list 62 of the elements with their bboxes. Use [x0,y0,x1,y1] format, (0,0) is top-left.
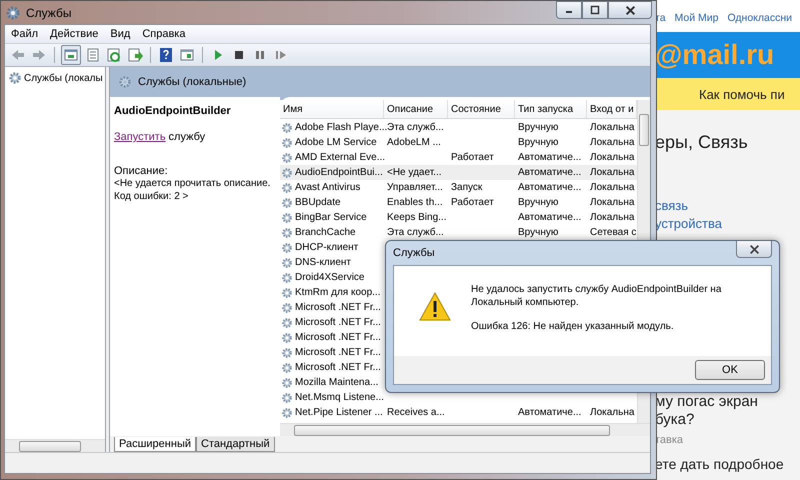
table-cell: Mozilla Maintena... [295,377,378,388]
table-cell: Microsoft .NET Fr... [295,362,381,373]
table-cell: Запуск [451,182,482,193]
table-cell: Локальна [590,197,634,208]
table-cell: KtmRm для коор... [295,287,380,298]
table-cell: Вручную [518,137,558,148]
table-cell: AdobeLM ... [387,137,441,148]
table-cell: Net.Msmq Listene... [295,392,384,403]
description-text: Код ошибки: 2 > [114,190,188,203]
table-cell: Microsoft .NET Fr... [295,302,381,313]
banner-text: Как помочь пи [699,86,785,102]
table-cell: Автоматиче... [518,167,582,178]
table-cell: Net.Pipe Listener ... [295,407,383,418]
table-cell: Avast Antivirus [295,182,360,193]
table-cell: DHCP-клиент [295,242,358,253]
table-cell: AudioEndpointBui... [295,167,383,178]
table-cell: BranchCache [295,227,356,238]
table-cell: Автоматиче... [518,407,582,418]
table-cell: Автоматиче... [518,212,582,223]
table-cell: BBUpdate [295,197,341,208]
table-cell: Microsoft .NET Fr... [295,317,381,328]
table-cell: Локальна [590,167,634,178]
error-message: Не удалось запустить службу AudioEndpointBuilder на Локальный компьютер. [471,283,722,309]
table-cell: Microsoft .NET Fr... [295,347,381,358]
table-cell: Локальна [590,152,634,163]
table-cell: Adobe LM Service [295,137,377,148]
table-cell: Локальна [590,182,634,193]
table-cell: Эта служб... [387,122,444,133]
table-cell: Автоматиче... [518,182,582,193]
window-title: Службы [26,6,72,20]
table-cell: Управляет... [387,182,443,193]
table-cell: Локальна [590,137,634,148]
action-text: службу [168,131,206,143]
table-cell: Сетевая с [590,227,636,238]
table-cell: Работает [451,197,494,208]
table-cell: Эта служб... [387,227,444,238]
table-cell: Автоматиче... [518,152,582,163]
table-cell: Вручную [518,122,558,133]
table-cell: Вручную [518,197,558,208]
table-cell: Локальна [590,122,634,133]
table-cell: Работает [451,152,494,163]
table-cell: Adobe Flash Playe... [295,122,388,133]
table-cell: AMD External Eve... [295,152,386,163]
table-cell: Enables th... [387,197,443,208]
error-detail: Ошибка 126: Не найден указанный модуль. [471,321,675,332]
table-cell: Локальна [590,407,634,418]
article-category: тавка [655,434,684,446]
table-cell: Локальна [590,212,634,223]
table-cell: Keeps Bing... [387,212,446,223]
table-cell: Droid4XService [295,272,364,283]
table-cell: Вручную [518,227,558,238]
service-name: AudioEndpointBuilder [114,105,231,117]
description-label: Описание: [114,165,168,177]
dialog-title: Службы [393,247,435,259]
table-cell: DNS-клиент [295,257,352,268]
description-text: <Не удается прочитать описание. [114,177,270,190]
table-cell: <Не удает... [387,167,442,178]
table-cell: Receives a... [387,407,445,418]
table-cell: Microsoft .NET Fr... [295,332,381,343]
section-heading: еры, Связь [655,132,748,153]
table-cell: BingBar Service [295,212,367,223]
panel-title: Службы (локальные) [138,76,246,88]
